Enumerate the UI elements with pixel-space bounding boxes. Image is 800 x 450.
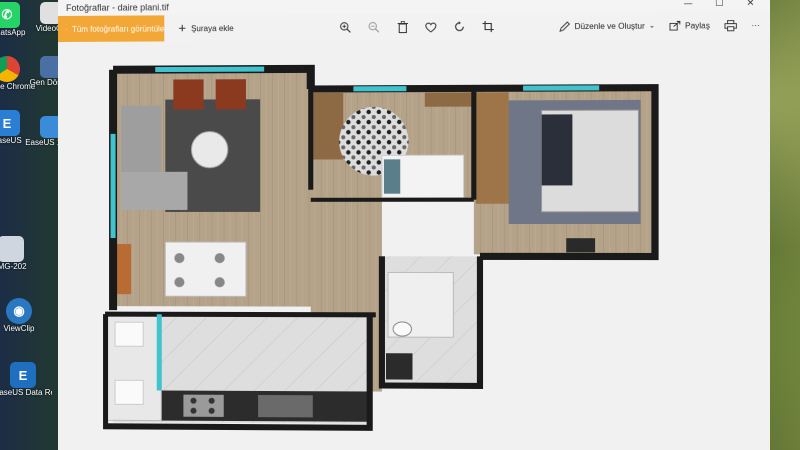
share-icon — [669, 20, 680, 30]
desktop-icon-easeus-recovery[interactable]: E EaseUS Data Recovery — [0, 362, 52, 397]
add-to-button[interactable]: + Şuraya ekle — [178, 23, 233, 33]
delete-icon[interactable] — [395, 20, 409, 34]
bed-blanket — [542, 114, 573, 185]
balcony-chair — [115, 322, 143, 346]
desktop-icon-label: IMG-202 — [0, 262, 40, 271]
minimize-button[interactable]: — — [673, 0, 704, 12]
print-icon — [724, 20, 736, 31]
crop-icon[interactable] — [481, 19, 495, 33]
image-file-icon — [0, 236, 24, 262]
edit-create-label: Düzenle ve Oluştur — [575, 21, 645, 31]
study-desk — [425, 92, 472, 106]
desktop-icon-label: ViewClip — [0, 324, 48, 333]
window-title: Fotoğraflar - daire plani.tif — [58, 2, 169, 13]
toolbar-right: Düzenle ve Oluştur ⌄ Paylaş ··· — [559, 12, 760, 40]
favorite-heart-icon[interactable] — [424, 20, 438, 34]
more-options-button[interactable]: ··· — [751, 20, 759, 29]
desk-wood — [313, 93, 343, 160]
photos-window: Fotoğraflar - daire plani.tif — ☐ ✕ Tüm … — [58, 0, 770, 450]
add-to-label: Şuraya ekle — [191, 23, 234, 32]
sink — [258, 395, 313, 417]
plate — [215, 253, 225, 263]
desktop-icon-viewclip[interactable]: ◉ ViewClip — [0, 298, 48, 333]
single-bed-pillow — [384, 159, 400, 193]
edit-icon — [559, 20, 570, 31]
burner — [190, 398, 196, 404]
coffee-table — [191, 132, 227, 168]
more-icon: ··· — [751, 20, 759, 29]
plus-icon: + — [178, 23, 186, 33]
viewclip-icon: ◉ — [6, 298, 32, 324]
sofa-chaise — [121, 172, 187, 210]
share-label: Paylaş — [685, 21, 710, 30]
plate — [174, 253, 184, 263]
zoom-in-icon[interactable] — [338, 20, 352, 34]
chrome-icon — [0, 56, 20, 82]
window-controls: — ☐ ✕ — [673, 0, 766, 12]
view-all-photos-label: Tüm fotoğrafları görüntüle — [72, 24, 164, 34]
desktop-icon-label: EaseUS Data Recovery — [0, 388, 52, 397]
cooktop — [183, 395, 223, 417]
maximize-button[interactable]: ☐ — [704, 0, 735, 12]
wardrobe — [476, 92, 509, 203]
desktop-icon-img[interactable]: IMG-202 — [0, 236, 40, 271]
balcony-chair — [115, 380, 143, 404]
toolbar-actions — [338, 13, 495, 40]
easeus-recovery-icon: E — [10, 362, 36, 388]
whatsapp-icon: ✆ — [0, 2, 20, 28]
plate — [174, 277, 184, 287]
image-canvas — [58, 38, 770, 450]
washing-machine — [386, 353, 413, 379]
burner — [209, 398, 215, 404]
desktop-icons: ✆ WhatsApp Google Chrome E EaseUS IMG-20… — [0, 0, 62, 450]
photos-icon — [66, 24, 67, 33]
floor-plan-image — [103, 57, 715, 436]
burner — [190, 408, 196, 414]
share-button[interactable]: Paylaş — [669, 20, 709, 30]
edit-create-button[interactable]: Düzenle ve Oluştur ⌄ — [559, 20, 655, 32]
chevron-down-icon: ⌄ — [649, 22, 655, 30]
armchair-left — [173, 79, 203, 109]
dining-table — [165, 242, 246, 296]
view-all-photos-button[interactable]: Tüm fotoğrafları görüntüle — [58, 15, 164, 42]
easeus-icon: E — [0, 110, 20, 136]
armchair-right — [216, 79, 246, 109]
plate — [215, 277, 225, 287]
print-button[interactable] — [724, 20, 736, 31]
burner — [209, 408, 215, 414]
close-button[interactable]: ✕ — [735, 0, 766, 12]
rotate-icon[interactable] — [452, 20, 466, 34]
zoom-out-icon[interactable] — [367, 20, 381, 34]
master-desk — [566, 238, 595, 252]
toilet — [393, 322, 411, 336]
toolbar: Tüm fotoğrafları görüntüle + Şuraya ekle — [58, 12, 770, 42]
